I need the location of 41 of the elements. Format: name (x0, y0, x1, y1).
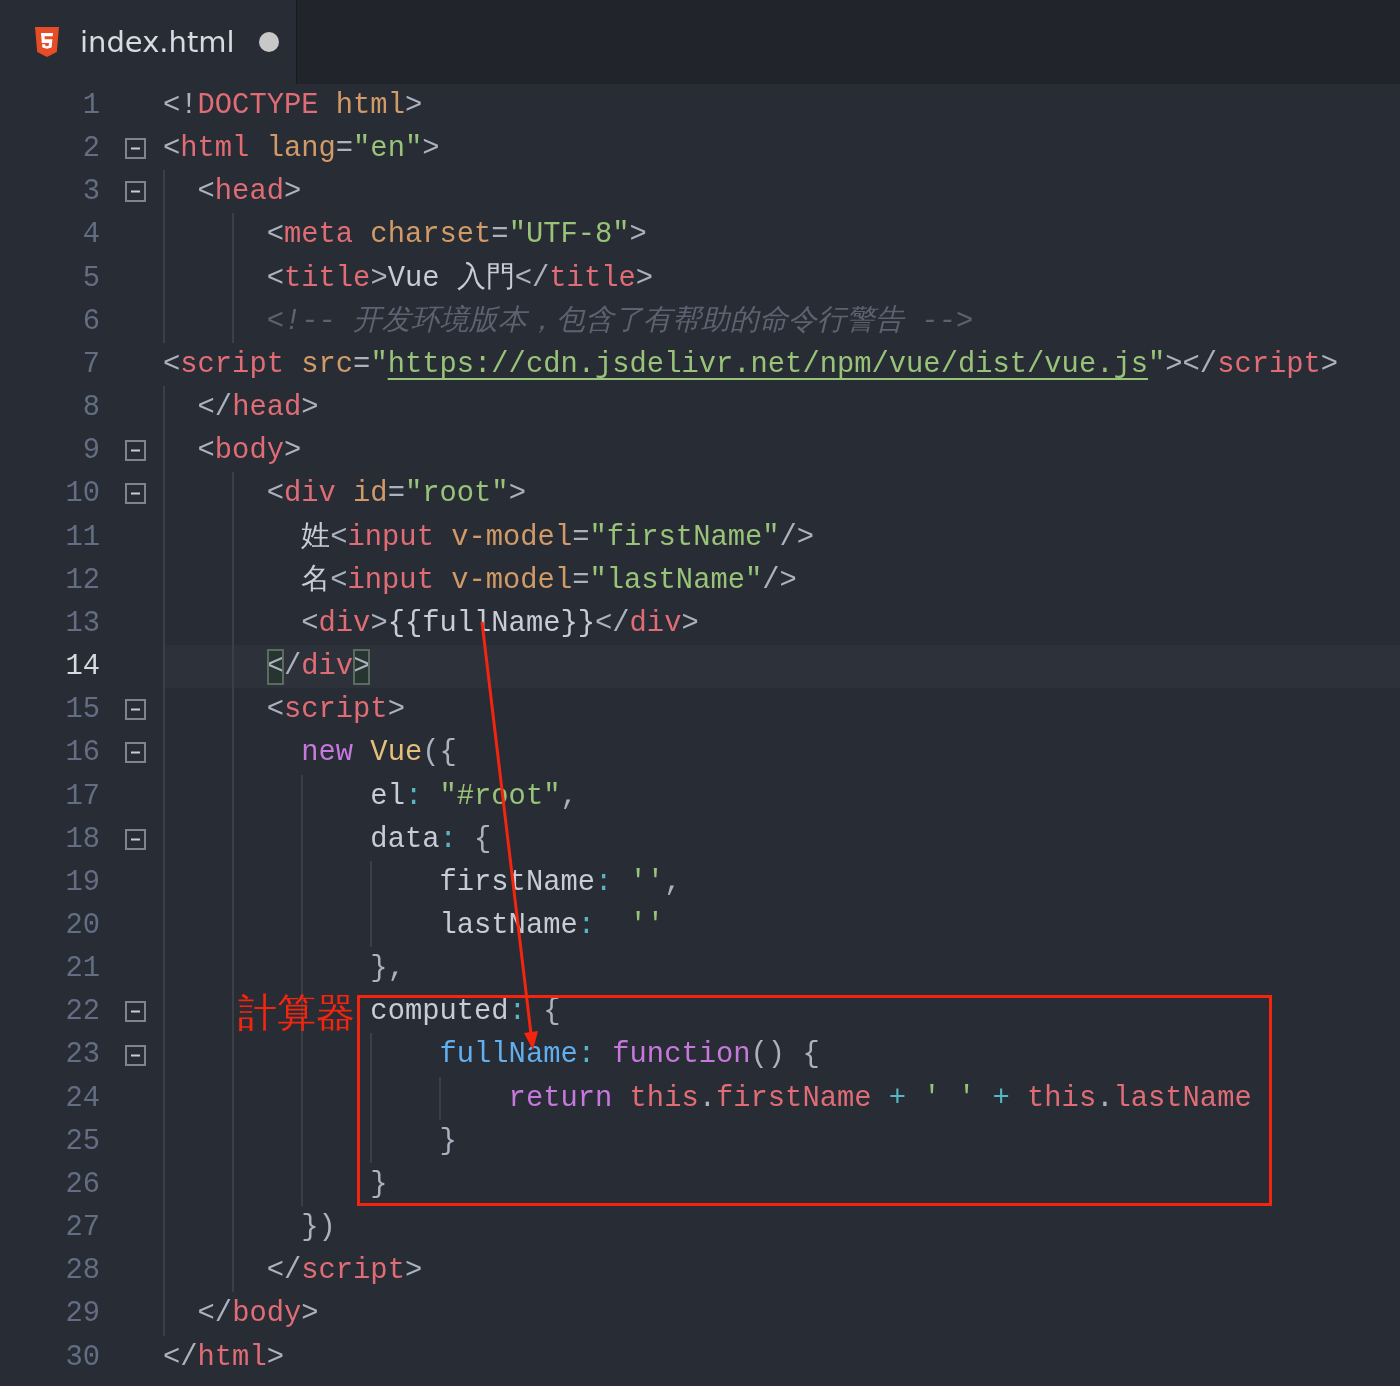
html5-icon (34, 27, 60, 57)
line-number: 24 (64, 1080, 100, 1117)
fold-toggle-icon[interactable] (125, 483, 146, 505)
line-number: 25 (64, 1123, 100, 1160)
fold-toggle-icon[interactable] (125, 1044, 146, 1066)
line-number: 7 (81, 346, 100, 383)
line-number: 4 (81, 217, 100, 254)
line-number: 9 (81, 433, 100, 470)
line-number: 1 (81, 88, 100, 124)
fold-toggle-icon[interactable] (125, 742, 146, 764)
line-number: 23 (64, 1037, 100, 1074)
line-number: 22 (64, 994, 100, 1031)
line-number: 28 (64, 1253, 100, 1290)
line-number: 29 (64, 1296, 100, 1333)
file-tab[interactable]: index.html (0, 0, 297, 84)
line-number: 18 (64, 821, 100, 858)
line-number: 2 (81, 131, 100, 168)
fold-toggle-icon[interactable] (125, 181, 146, 203)
line-number: 20 (64, 907, 100, 944)
fold-toggle-icon[interactable] (125, 440, 146, 462)
line-number: 30 (64, 1339, 100, 1376)
line-number: 6 (81, 303, 100, 340)
line-number: 14 (64, 649, 100, 686)
line-number: 11 (64, 519, 100, 556)
line-number: 10 (64, 476, 100, 513)
line-number: 21 (64, 951, 100, 988)
line-number: 17 (64, 778, 100, 815)
line-number: 5 (81, 260, 100, 297)
fold-toggle-icon[interactable] (125, 699, 146, 721)
line-number: 12 (64, 562, 100, 599)
line-number: 15 (64, 692, 100, 729)
fold-toggle-icon[interactable] (125, 828, 146, 850)
line-number: 13 (64, 605, 100, 642)
line-number: 3 (81, 174, 100, 211)
fold-toggle-icon[interactable] (125, 138, 146, 160)
line-number: 19 (64, 864, 100, 901)
line-number: 8 (81, 390, 100, 427)
fold-toggle-icon[interactable] (125, 1001, 146, 1023)
line-number: 16 (64, 735, 100, 772)
line-number: 27 (64, 1210, 100, 1247)
line-number: 26 (64, 1166, 100, 1203)
